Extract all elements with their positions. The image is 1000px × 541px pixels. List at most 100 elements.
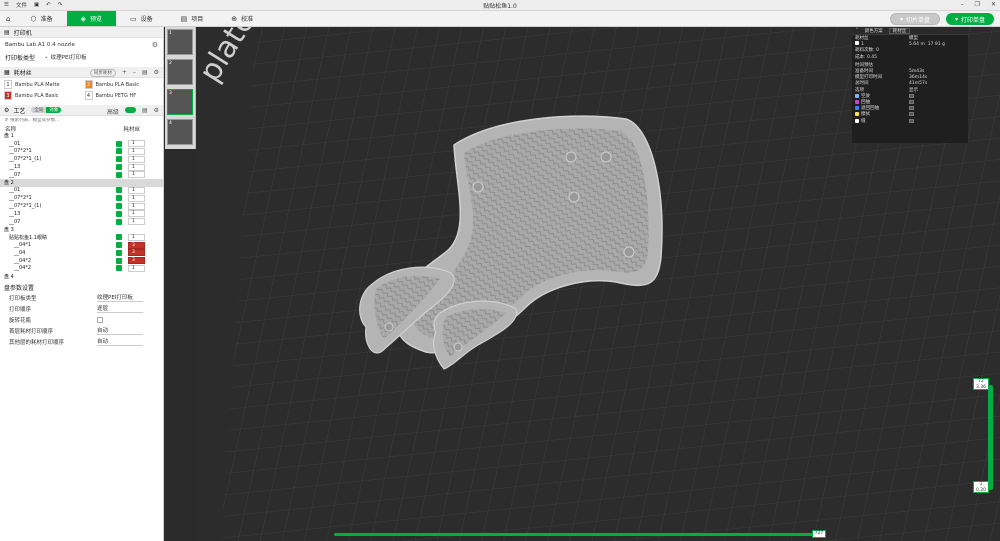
plate-row[interactable]: 盘 4 [0, 272, 163, 280]
layer-top-label[interactable]: 72 3.36 [973, 378, 989, 390]
extruder-select[interactable]: 1 [128, 171, 145, 179]
printer-settings-icon[interactable]: ⚙ [152, 41, 158, 49]
minimize-icon[interactable]: – [961, 1, 964, 8]
save-icon[interactable]: ▣ [34, 2, 39, 8]
extruder-select[interactable]: 3 [128, 257, 145, 265]
object-row[interactable]: __04*2 1 [0, 264, 163, 273]
option-display-checkbox[interactable] [909, 118, 914, 123]
object-row[interactable]: __13 1 [0, 210, 163, 218]
visible-checkbox[interactable] [116, 265, 122, 272]
visible-checkbox[interactable] [116, 156, 122, 163]
global-toggle[interactable]: 全局 [31, 107, 47, 113]
option-display-checkbox[interactable] [909, 99, 914, 104]
extruder-select[interactable]: 1 [128, 194, 145, 202]
home-button[interactable]: ⌂ [0, 11, 16, 26]
layer-bottom-label[interactable]: 1 0.20 [973, 481, 989, 493]
plate-thumb-4[interactable]: 4 [167, 119, 193, 145]
plate-setting-value[interactable]: 逐层 [97, 304, 143, 314]
move-slider[interactable] [334, 533, 814, 536]
filament-name[interactable]: Bambu PLA Basic [96, 82, 139, 88]
extruder-select[interactable]: 1 [128, 147, 145, 155]
add-filament-icon[interactable]: + [122, 69, 127, 77]
plate-row[interactable]: 盘 1 [0, 132, 163, 140]
visible-checkbox[interactable] [116, 171, 122, 178]
extruder-select[interactable]: 3 [128, 249, 145, 257]
filament-name[interactable]: Bambu PLA Basic [15, 93, 58, 99]
tab-prepare[interactable]: ⬡ 准备 [16, 11, 66, 26]
tab-device[interactable]: ▭ 设备 [116, 11, 167, 26]
plate-row[interactable]: 盘 3 [0, 226, 163, 234]
filament-slot[interactable]: 4 [84, 91, 93, 100]
maximize-icon[interactable]: ❐ [975, 1, 980, 8]
visible-checkbox[interactable] [116, 187, 122, 194]
compare-icon[interactable]: ▤ [142, 107, 148, 116]
object-toggle[interactable]: 对象 [46, 107, 62, 113]
extruder-select[interactable]: 1 [128, 233, 145, 241]
object-row[interactable]: __04 3 [0, 249, 163, 257]
plate-thumb-3[interactable]: 3 [167, 89, 193, 115]
menu-icon[interactable]: ☰ [4, 2, 9, 8]
color-scheme-select[interactable]: 耗材丝 [888, 27, 911, 34]
search-input[interactable] [10, 118, 151, 123]
layer-slider[interactable] [988, 385, 993, 490]
object-row[interactable]: __07*2*1 1 [0, 147, 163, 156]
print-plate-button[interactable]: ▾ 打印单盘 [945, 13, 994, 25]
filament-item[interactable]: 3 Bambu PLA Basic [4, 91, 79, 100]
close-icon[interactable]: ✕ [991, 1, 996, 8]
extruder-select[interactable]: 1 [128, 140, 145, 148]
visible-checkbox[interactable] [116, 257, 122, 264]
filament-slot[interactable]: 3 [4, 91, 12, 100]
extruder-select[interactable]: 1 [128, 264, 145, 272]
visible-checkbox[interactable] [116, 210, 122, 217]
move-slider-label[interactable]: 727 [812, 530, 826, 538]
filament-slot[interactable]: 2 [84, 80, 93, 89]
filament-name[interactable]: Bambu PLA Matte [15, 82, 60, 88]
filament-item[interactable]: 4 Bambu PETG HF [84, 91, 160, 100]
plate-type-select[interactable]: ⌄ 纹理PEI打印板 [41, 52, 90, 62]
plate-setting-value[interactable]: 自动 [97, 326, 143, 336]
redo-icon[interactable]: ↷ [58, 2, 63, 8]
visible-checkbox[interactable] [116, 195, 122, 202]
advanced-toggle[interactable] [124, 107, 136, 113]
plate-row[interactable]: 盘 2 [0, 178, 163, 187]
extruder-select[interactable]: 1 [128, 210, 145, 218]
extruder-select[interactable]: 1 [128, 202, 145, 210]
option-display-checkbox[interactable] [909, 112, 914, 117]
object-row[interactable]: 贴贴松鱼1.1眼睛 1 [0, 233, 163, 241]
collapse-icon[interactable]: ⌃ [855, 28, 859, 33]
plate-setting-value[interactable]: 自动 [97, 337, 143, 347]
plate-setting-value[interactable]: 纹理PEI打印板 [97, 293, 143, 303]
filament-settings-icon[interactable]: ⚙ [154, 69, 159, 77]
extruder-select[interactable]: 1 [128, 186, 145, 194]
extruder-select[interactable]: 1 [128, 155, 145, 163]
object-row[interactable]: __07*2*1 1 [0, 194, 163, 202]
tab-preview[interactable]: ◈ 预览 [66, 11, 116, 26]
visible-checkbox[interactable] [116, 242, 122, 249]
tab-project[interactable]: ▤ 项目 [167, 11, 218, 26]
extruder-select[interactable]: 3 [128, 241, 145, 249]
plate-thumb-2[interactable]: 2 [167, 59, 193, 85]
visible-checkbox[interactable] [116, 218, 122, 225]
extruder-select[interactable]: 1 [128, 218, 145, 226]
visible-checkbox[interactable] [116, 249, 122, 256]
visible-checkbox[interactable] [116, 234, 122, 241]
filament-slot[interactable]: 1 [4, 80, 12, 89]
visible-checkbox[interactable] [116, 203, 122, 210]
object-row[interactable]: __04*1 3 [0, 241, 163, 249]
tab-calibrate[interactable]: ⊕ 校准 [217, 11, 267, 26]
undo-icon[interactable]: ↶ [46, 2, 51, 8]
plate-thumb-1[interactable]: 1 [167, 29, 193, 55]
object-row[interactable]: __07 1 [0, 171, 163, 179]
option-display-checkbox[interactable] [909, 93, 914, 98]
object-row[interactable]: __04*2 3 [0, 257, 163, 265]
extruder-select[interactable]: 1 [128, 163, 145, 171]
printer-select[interactable]: Bambu Lab A1 0.4 nozzle [5, 42, 75, 48]
object-row[interactable]: __07*2*1_(1) 1 [0, 155, 163, 163]
slice-plate-button[interactable]: ▾ 切片单盘 [889, 13, 940, 25]
object-row[interactable]: __07 1 [0, 218, 163, 226]
object-row[interactable]: __01 1 [0, 186, 163, 195]
process-settings-icon[interactable]: ⚙ [154, 107, 159, 116]
sync-filament-button[interactable]: 同步耗材 [89, 69, 116, 77]
option-display-checkbox[interactable] [909, 106, 914, 111]
filament-name[interactable]: Bambu PETG HF [96, 93, 137, 99]
